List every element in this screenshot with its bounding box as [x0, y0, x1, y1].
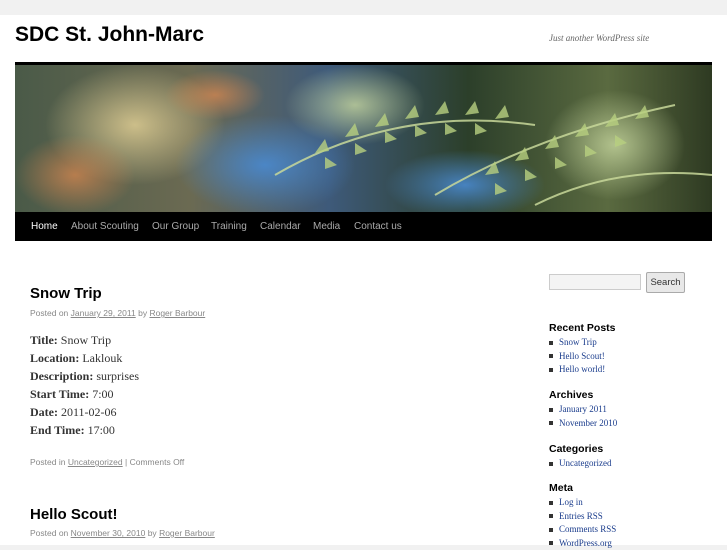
post-footer: Posted in Uncategorized | Comments Off — [30, 457, 184, 467]
field-value: 2011-02-06 — [61, 405, 117, 419]
search-input[interactable] — [549, 274, 641, 290]
list-item: WordPress.org — [549, 537, 616, 550]
post-meta: Posted on November 30, 2010 by Roger Bar… — [30, 528, 215, 538]
recent-post-link[interactable]: Snow Trip — [559, 337, 597, 347]
archives-list: January 2011 November 2010 — [549, 403, 617, 430]
bullet-icon — [549, 354, 553, 358]
footer-prefix: Posted in — [30, 457, 65, 467]
list-item: Hello Scout! — [549, 350, 605, 364]
list-item: Snow Trip — [549, 336, 605, 350]
list-item: Comments RSS — [549, 523, 616, 537]
meta-by: by — [148, 528, 157, 538]
widget-title-categories: Categories — [549, 443, 603, 455]
site-title[interactable]: SDC St. John-Marc — [15, 23, 204, 47]
category-link[interactable]: Uncategorized — [559, 458, 611, 468]
bullet-icon — [549, 368, 553, 372]
bullet-icon — [549, 528, 553, 532]
meta-prefix: Posted on — [30, 528, 68, 538]
footer-separator: | — [125, 457, 127, 467]
entries-rss-link[interactable]: Entries RSS — [559, 511, 603, 521]
list-item: Entries RSS — [549, 510, 616, 524]
main-navigation: Home About Scouting Our Group Training C… — [15, 212, 712, 241]
recent-post-link[interactable]: Hello world! — [559, 364, 605, 374]
bullet-icon — [549, 501, 553, 505]
list-item: Uncategorized — [549, 457, 611, 471]
archive-link[interactable]: January 2011 — [559, 404, 607, 414]
category-link[interactable]: Uncategorized — [68, 457, 123, 467]
header-banner-image — [15, 65, 712, 212]
meta-list: Log in Entries RSS Comments RSS WordPres… — [549, 496, 616, 550]
event-field-description: Description: surprises — [30, 369, 139, 384]
field-label: End Time: — [30, 423, 85, 437]
bullet-icon — [549, 462, 553, 466]
nav-media[interactable]: Media — [313, 212, 340, 241]
event-field-location: Location: Laklouk — [30, 351, 122, 366]
field-label: Title: — [30, 333, 58, 347]
post-author-link[interactable]: Roger Barbour — [149, 308, 205, 318]
categories-list: Uncategorized — [549, 457, 611, 471]
field-value: Laklouk — [82, 351, 122, 365]
field-value: 7:00 — [92, 387, 113, 401]
post-title[interactable]: Hello Scout! — [30, 506, 118, 523]
bullet-icon — [549, 421, 553, 425]
field-label: Start Time: — [30, 387, 89, 401]
meta-prefix: Posted on — [30, 308, 68, 318]
field-value: 17:00 — [88, 423, 115, 437]
widget-title-meta: Meta — [549, 482, 573, 494]
recent-posts-list: Snow Trip Hello Scout! Hello world! — [549, 336, 605, 377]
list-item: Hello world! — [549, 363, 605, 377]
event-field-end-time: End Time: 17:00 — [30, 423, 115, 438]
field-label: Description: — [30, 369, 93, 383]
bullet-icon — [549, 341, 553, 345]
post-author-link[interactable]: Roger Barbour — [159, 528, 215, 538]
field-value: Snow Trip — [61, 333, 111, 347]
archive-link[interactable]: November 2010 — [559, 418, 617, 428]
post-title[interactable]: Snow Trip — [30, 285, 102, 302]
bullet-icon — [549, 514, 553, 518]
comments-status: Comments Off — [130, 457, 185, 467]
nav-our-group[interactable]: Our Group — [152, 212, 199, 241]
field-value: surprises — [96, 369, 139, 383]
post-date-link[interactable]: November 30, 2010 — [71, 528, 146, 538]
nav-training[interactable]: Training — [211, 212, 247, 241]
list-item: November 2010 — [549, 417, 617, 431]
widget-title-recent-posts: Recent Posts — [549, 322, 616, 334]
search-button[interactable]: Search — [646, 272, 685, 293]
meta-by: by — [138, 308, 147, 318]
post-date-link[interactable]: January 29, 2011 — [71, 308, 136, 318]
site-description: Just another WordPress site — [549, 33, 649, 43]
nav-contact-us[interactable]: Contact us — [354, 212, 402, 241]
nav-home[interactable]: Home — [31, 212, 58, 241]
event-field-title: Title: Snow Trip — [30, 333, 111, 348]
bullet-icon — [549, 408, 553, 412]
comments-rss-link[interactable]: Comments RSS — [559, 524, 616, 534]
event-field-start-time: Start Time: 7:00 — [30, 387, 114, 402]
login-link[interactable]: Log in — [559, 497, 583, 507]
wordpress-org-link[interactable]: WordPress.org — [559, 538, 612, 548]
nav-calendar[interactable]: Calendar — [260, 212, 301, 241]
event-field-date: Date: 2011-02-06 — [30, 405, 117, 420]
post-meta: Posted on January 29, 2011 by Roger Barb… — [30, 308, 205, 318]
field-label: Date: — [30, 405, 58, 419]
field-label: Location: — [30, 351, 79, 365]
list-item: Log in — [549, 496, 616, 510]
list-item: January 2011 — [549, 403, 617, 417]
widget-title-archives: Archives — [549, 389, 593, 401]
nav-about-scouting[interactable]: About Scouting — [71, 212, 139, 241]
recent-post-link[interactable]: Hello Scout! — [559, 351, 605, 361]
